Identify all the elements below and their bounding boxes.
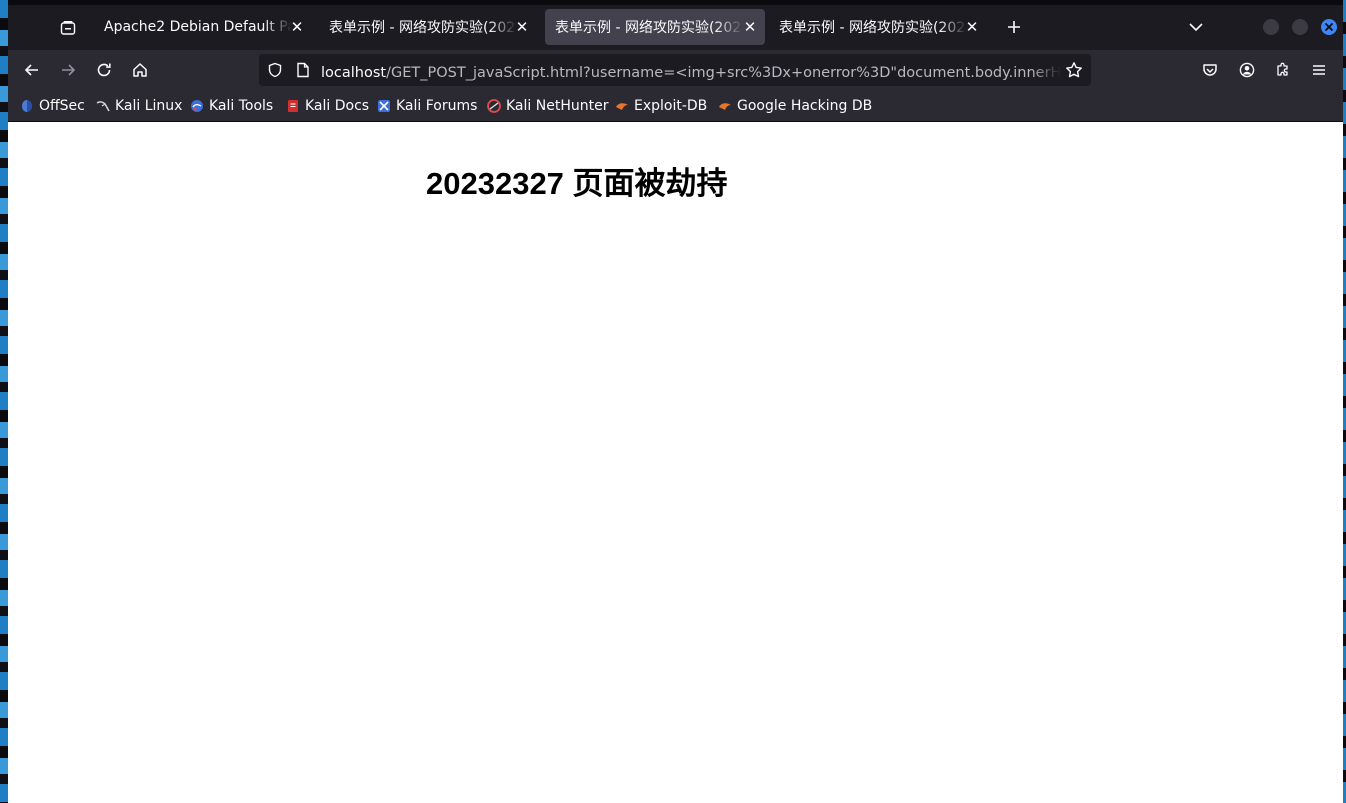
tab-title: Apache2 Debian Default Page: It works: [104, 19, 292, 35]
page-content: 20232327 页面被劫持: [8, 122, 1343, 803]
tab-title: 表单示例 - 网络攻防实验(20232327): [779, 20, 967, 36]
firefox-view-icon: [60, 21, 76, 35]
url-path: /GET_POST_javaScript.html?username=<img+…: [386, 65, 1061, 81]
bookmark-kali-docs[interactable]: Kali Docs: [286, 96, 369, 116]
close-tab-icon[interactable]: ✕: [741, 18, 759, 36]
tab-form-3[interactable]: 表单示例 - 网络攻防实验(20232327) ✕: [769, 9, 987, 45]
page-icon[interactable]: [296, 62, 310, 78]
forward-button[interactable]: [54, 56, 82, 84]
kali-tools-icon: [191, 100, 203, 112]
kali-forums-icon: [378, 100, 390, 112]
back-button[interactable]: [18, 56, 46, 84]
reload-icon: [97, 63, 111, 77]
bookmark-label: Kali Tools: [209, 98, 274, 114]
minimize-window-button[interactable]: [1263, 19, 1279, 35]
close-tab-icon[interactable]: ✕: [963, 18, 981, 36]
reload-button[interactable]: [90, 56, 118, 84]
bookmark-google-hacking-db[interactable]: Google Hacking DB: [718, 96, 872, 116]
menu-button[interactable]: [1305, 56, 1333, 84]
close-icon: [1324, 22, 1334, 32]
maximize-window-button[interactable]: [1292, 19, 1308, 35]
bookmark-offsec[interactable]: OffSec: [20, 96, 85, 116]
tab-title: 表单示例 - 网络攻防实验(20232327): [329, 20, 517, 36]
arrow-left-icon: [24, 64, 38, 76]
url-host: localhost: [321, 65, 387, 81]
tab-strip: Apache2 Debian Default Page: It works ✕ …: [8, 5, 1343, 50]
url-bar[interactable]: localhost/GET_POST_javaScript.html?usern…: [259, 54, 1091, 86]
kali-dragon-icon: [96, 101, 110, 112]
bookmark-label: Kali Docs: [305, 98, 370, 114]
bookmark-label: Exploit-DB: [634, 98, 708, 114]
bookmarks-toolbar: OffSec Kali Linux Kali Tools Kali Docs K…: [8, 90, 1343, 122]
tab-apache[interactable]: Apache2 Debian Default Page: It works ✕: [94, 9, 312, 45]
close-window-button[interactable]: [1321, 19, 1337, 35]
close-tab-icon[interactable]: ✕: [288, 18, 306, 36]
kali-nethunter-icon: [487, 99, 501, 113]
offsec-icon: [22, 100, 32, 112]
firefox-view-button[interactable]: [54, 14, 82, 42]
bookmark-kali-nethunter[interactable]: Kali NetHunter: [487, 96, 608, 116]
tab-title: 表单示例 - 网络攻防实验(20232327): [555, 20, 743, 36]
chevron-down-icon: [1189, 23, 1203, 32]
bookmark-label: Kali Linux: [115, 98, 183, 114]
navigation-toolbar: localhost/GET_POST_javaScript.html?usern…: [8, 50, 1343, 90]
desktop-edge-left: [0, 0, 8, 803]
tab-form-1[interactable]: 表单示例 - 网络攻防实验(20232327) ✕: [319, 9, 537, 45]
plus-icon: [1008, 21, 1020, 33]
puzzle-icon: [1277, 62, 1288, 76]
hamburger-menu-icon: [1313, 65, 1325, 75]
tab-form-2-active[interactable]: 表单示例 - 网络攻防实验(20232327) ✕: [545, 9, 765, 45]
kali-docs-icon: [288, 100, 298, 112]
star-icon[interactable]: [1065, 61, 1083, 79]
home-icon: [133, 63, 147, 77]
pocket-button[interactable]: [1196, 56, 1224, 84]
bookmark-label: Kali Forums: [396, 98, 478, 114]
url-input[interactable]: localhost/GET_POST_javaScript.html?usern…: [321, 61, 1061, 82]
new-tab-button[interactable]: [1002, 15, 1026, 39]
ghdb-icon: [719, 103, 731, 110]
extensions-button[interactable]: [1269, 56, 1297, 84]
pocket-icon: [1203, 64, 1217, 76]
bookmark-exploit-db[interactable]: Exploit-DB: [615, 96, 707, 116]
exploit-db-icon: [616, 103, 628, 110]
close-tab-icon[interactable]: ✕: [513, 18, 531, 36]
bookmark-label: Google Hacking DB: [737, 98, 873, 114]
bookmark-kali-forums[interactable]: Kali Forums: [377, 96, 477, 116]
arrow-right-icon: [62, 64, 76, 76]
home-button[interactable]: [126, 56, 154, 84]
account-button[interactable]: [1233, 56, 1261, 84]
screen: Apache2 Debian Default Page: It works ✕ …: [0, 0, 1346, 803]
bookmark-label: Kali NetHunter: [506, 98, 609, 114]
bookmark-kali-linux[interactable]: Kali Linux: [96, 96, 182, 116]
page-heading: 20232327 页面被劫持: [426, 166, 728, 201]
shield-icon[interactable]: [267, 62, 283, 78]
list-all-tabs-button[interactable]: [1184, 15, 1208, 39]
bookmark-label: OffSec: [39, 98, 85, 114]
account-icon: [1239, 62, 1255, 78]
bookmark-kali-tools[interactable]: Kali Tools: [190, 96, 273, 116]
